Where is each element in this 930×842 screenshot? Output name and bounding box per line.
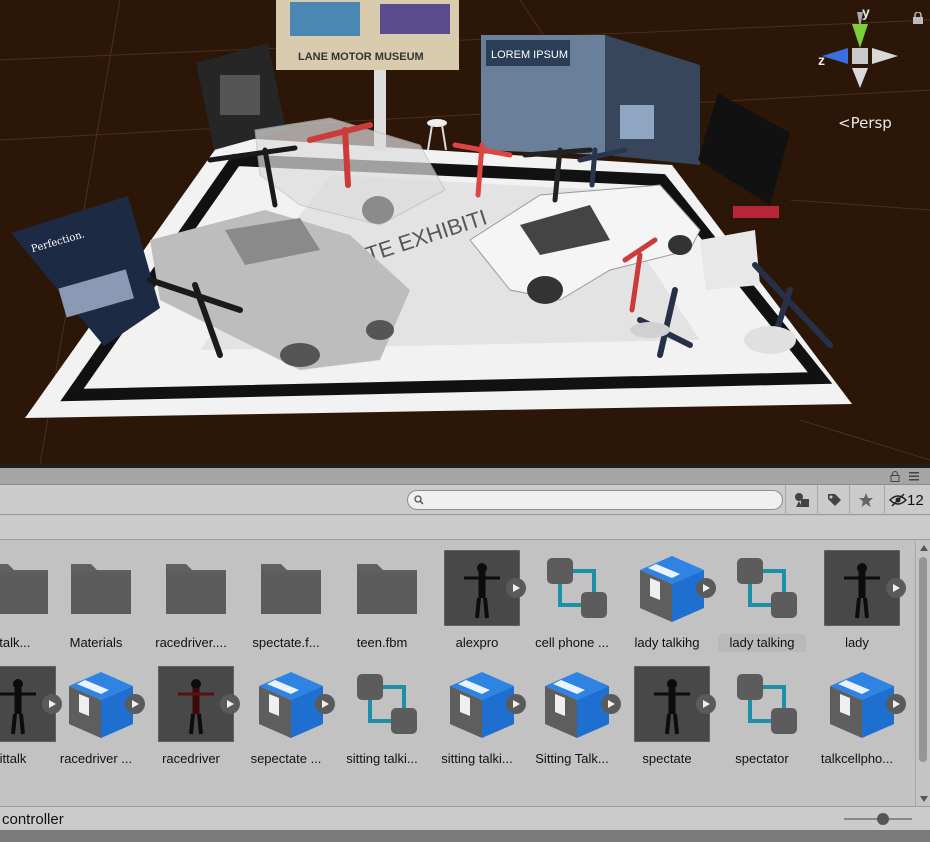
asset-label: spectate [642, 751, 692, 766]
panel-menu-icon[interactable] [908, 470, 920, 482]
expand-arrow-icon[interactable] [506, 578, 526, 598]
asset-label: Sitting Talk... [535, 751, 609, 766]
panel-tab-bar [0, 468, 930, 485]
asset-item[interactable]: teen.fbm [336, 541, 428, 650]
gizmo-z-label: z [818, 52, 825, 68]
icon-size-slider-knob[interactable] [877, 813, 889, 825]
status-bar: controller [0, 806, 930, 830]
star-icon [858, 493, 873, 507]
expand-arrow-icon[interactable] [125, 694, 145, 714]
asset-label: cell phone ... [535, 635, 609, 650]
animator-controller-icon [547, 558, 607, 618]
asset-label: spectate.f... [252, 635, 320, 650]
search-field[interactable] [407, 490, 783, 510]
asset-item[interactable]: lady [811, 541, 906, 650]
project-panel: 12 ttalk... Materials racedriver.... spe… [0, 468, 930, 842]
asset-label: alexpro [455, 635, 499, 650]
asset-label: sitting talki... [346, 751, 418, 766]
asset-label: lady [845, 635, 869, 650]
expand-arrow-icon[interactable] [220, 694, 240, 714]
asset-item[interactable]: talkcellpho... [811, 654, 906, 766]
projection-toggle[interactable]: <Persp [838, 114, 892, 132]
asset-label: racedriver [162, 751, 220, 766]
search-input[interactable] [428, 493, 778, 507]
folder-icon [166, 564, 226, 614]
selected-asset-path: controller [2, 811, 64, 828]
scrollbar-thumb[interactable] [919, 557, 927, 762]
asset-label: talkcellpho... [820, 751, 894, 766]
animator-controller-icon [737, 558, 797, 618]
expand-arrow-icon[interactable] [696, 578, 716, 598]
folder-icon [357, 564, 417, 614]
tag-icon [827, 494, 841, 506]
vertical-scrollbar[interactable] [915, 541, 930, 806]
asset-item[interactable]: sitting talki... [336, 654, 428, 766]
hidden-count: 12 [907, 491, 924, 509]
expand-arrow-icon[interactable] [886, 694, 906, 714]
asset-label: sepectate ... [250, 751, 322, 766]
asset-item[interactable]: Materials [50, 541, 142, 650]
svg-text:LOREM IPSUM: LOREM IPSUM [491, 49, 568, 61]
asset-item[interactable]: Sitting Talk... [526, 654, 621, 766]
asset-label: racedriver ... [59, 751, 133, 766]
asset-item[interactable]: racedriver ... [50, 654, 145, 766]
hidden-packages-toggle[interactable]: 12 [884, 485, 930, 515]
search-icon [414, 495, 424, 505]
asset-item[interactable]: cell phone ... [526, 541, 618, 650]
favorites-button[interactable] [849, 485, 881, 515]
project-toolbar: 12 [0, 485, 930, 515]
filter-by-type-button[interactable] [785, 485, 817, 515]
breadcrumb [0, 516, 930, 540]
asset-item[interactable]: lady talking [716, 541, 808, 652]
asset-item[interactable]: spectator [716, 654, 808, 766]
asset-item[interactable]: racedriver [145, 654, 240, 766]
animator-controller-icon [357, 674, 417, 734]
asset-item[interactable]: spectate [621, 654, 716, 766]
asset-item[interactable]: lady talkihg [621, 541, 716, 650]
scroll-up-icon[interactable] [920, 545, 928, 551]
asset-grid: ttalk... Materials racedriver.... specta… [0, 541, 915, 806]
expand-arrow-icon[interactable] [506, 694, 526, 714]
asset-item[interactable]: spectate.f... [240, 541, 332, 650]
asset-label: lady talkihg [634, 635, 700, 650]
asset-label: lady talking [718, 634, 806, 652]
asset-item[interactable]: sitting talki... [431, 654, 526, 766]
asset-label: Materials [69, 635, 123, 650]
asset-label: teen.fbm [356, 635, 408, 650]
expand-arrow-icon[interactable] [601, 694, 621, 714]
bottom-strip [0, 830, 930, 842]
asset-label: sitting talki... [441, 751, 513, 766]
svg-text:LANE MOTOR MUSEUM: LANE MOTOR MUSEUM [298, 51, 424, 63]
scroll-down-icon[interactable] [920, 796, 928, 802]
filter-by-label-button[interactable] [817, 485, 849, 515]
folder-icon [0, 564, 48, 614]
panel-lock-icon[interactable] [890, 471, 900, 482]
asset-item[interactable]: alexpro [431, 541, 526, 650]
asset-label: racedriver.... [155, 635, 227, 650]
eye-slash-icon [889, 493, 907, 507]
tv-screen [698, 93, 790, 205]
asset-item[interactable]: sepectate ... [240, 654, 335, 766]
expand-arrow-icon[interactable] [886, 578, 906, 598]
orientation-gizmo[interactable] [818, 8, 910, 100]
animator-controller-icon [737, 674, 797, 734]
asset-label: spectator [735, 751, 789, 766]
shapes-icon [794, 493, 809, 507]
scene-view[interactable]: ULATE EXHIBITI LANE MOTOR MUSEUM LOREM I… [0, 0, 930, 464]
gizmo-y-label: y [862, 4, 870, 20]
folder-icon [261, 564, 321, 614]
lock-icon[interactable] [912, 12, 924, 24]
expand-arrow-icon[interactable] [696, 694, 716, 714]
expand-arrow-icon[interactable] [315, 694, 335, 714]
scene-viewport[interactable]: ULATE EXHIBITI LANE MOTOR MUSEUM LOREM I… [0, 0, 930, 464]
asset-item[interactable]: racedriver.... [145, 541, 237, 650]
folder-icon [71, 564, 131, 614]
